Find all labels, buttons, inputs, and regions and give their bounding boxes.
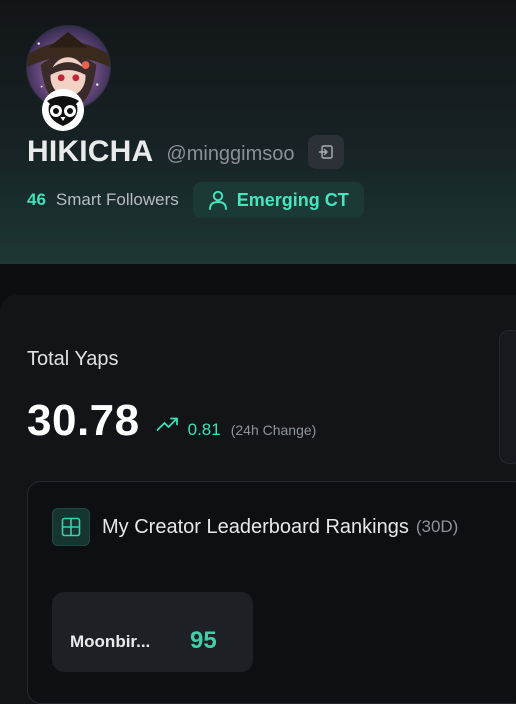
owl-logo-icon [42, 89, 84, 131]
total-yaps-value: 30.78 [27, 396, 140, 445]
login-icon [318, 145, 333, 159]
handle[interactable]: @minggimsoo [166, 139, 294, 166]
profile-header: HIKICHA @minggimsoo 46 Smart Followers E… [0, 0, 516, 264]
leaderboard-item[interactable]: Moonbir... 95 [52, 592, 253, 672]
tier-badge: Emerging CT [192, 182, 364, 218]
person-icon [208, 190, 227, 210]
tier-label: Emerging CT [236, 189, 349, 210]
rankings-card: My Creator Leaderboard Rankings (30D) Mo… [27, 481, 516, 704]
project-name: Moonbir... [70, 632, 151, 651]
rankings-header: My Creator Leaderboard Rankings (30D) [52, 508, 458, 546]
rankings-period: (30D) [415, 517, 459, 536]
layout-grid-icon [52, 508, 90, 546]
total-yaps-title: Total Yaps [27, 348, 119, 370]
smart-followers-count: 46 [27, 190, 46, 209]
project-rank: 95 [190, 627, 217, 654]
external-link-button[interactable] [307, 135, 344, 169]
total-yaps-row: 30.78 0.81 (24h Change) [27, 396, 316, 446]
smart-followers-label: Smart Followers [55, 190, 179, 209]
display-name: HIKICHA [27, 135, 154, 168]
follower-stats: 46 Smart Followers Emerging CT [27, 182, 364, 218]
yaps-change-label: (24h Change) [230, 422, 317, 438]
name-row: HIKICHA @minggimsoo [27, 132, 344, 172]
rankings-title: My Creator Leaderboard Rankings [102, 515, 409, 538]
yaps-change-value: 0.81 [187, 420, 221, 439]
side-card [499, 330, 516, 464]
trending-up-icon [156, 417, 178, 431]
